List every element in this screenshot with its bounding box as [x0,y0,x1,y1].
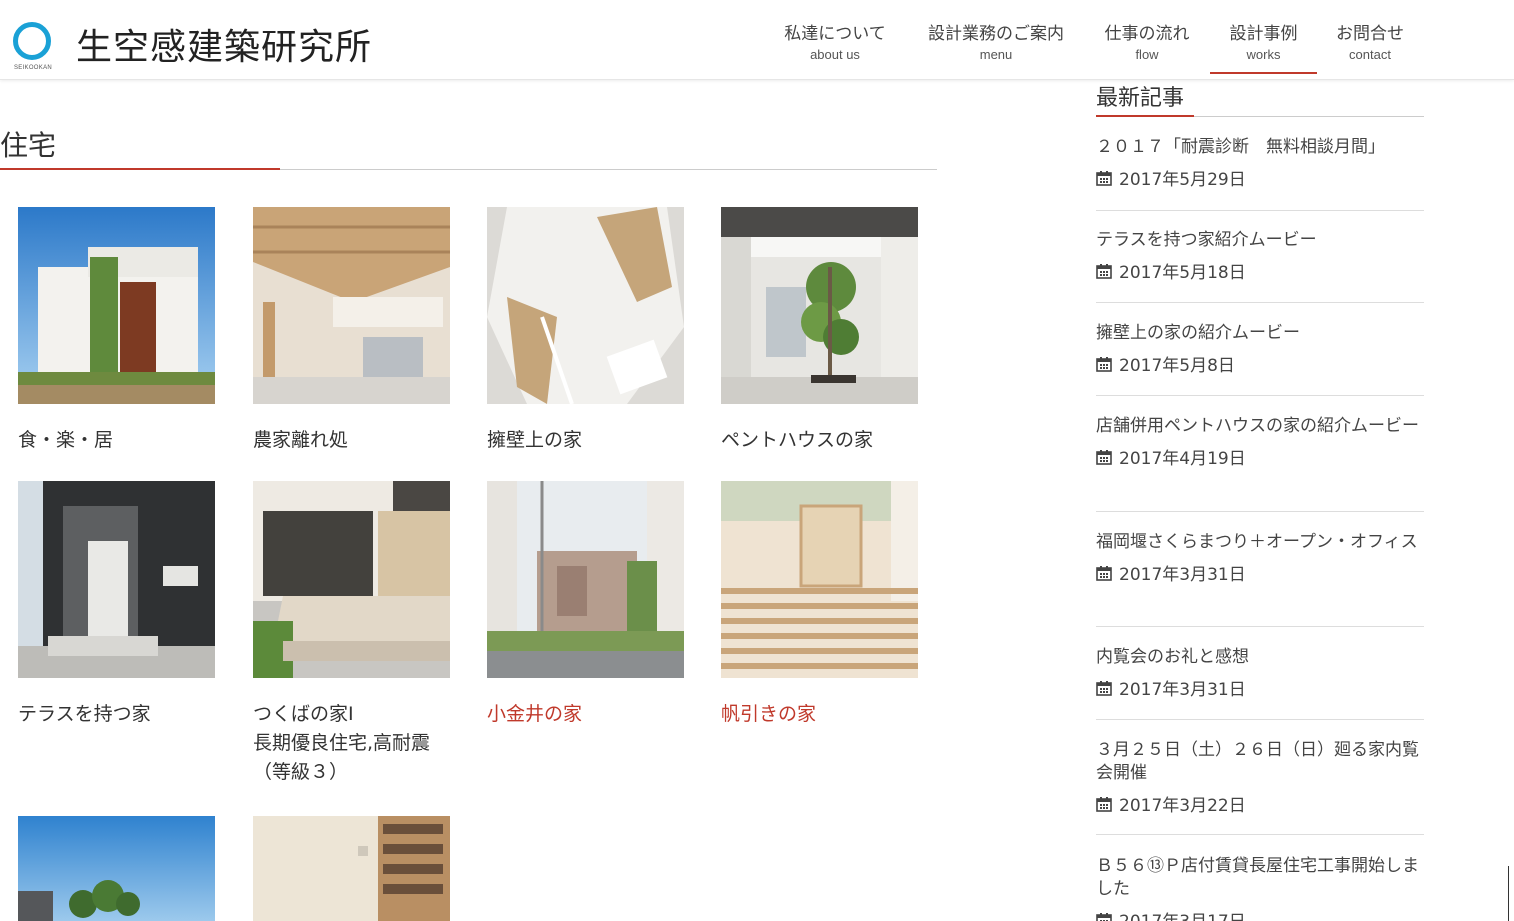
nav-label: 私達について [784,24,886,44]
recent-post[interactable]: 福岡堰さくらまつり＋オープン・オフィス 2017年3月31日 [1096,531,1424,627]
calendar-icon [1096,263,1112,279]
nav-sublabel: about us [810,47,860,62]
post-date-text: 2017年3月17日 [1119,907,1246,921]
post-date-text: 2017年5月29日 [1119,170,1246,190]
calendar-icon [1096,680,1112,696]
recent-post[interactable]: 擁壁上の家の紹介ムービー 2017年5月8日 [1096,322,1424,396]
work-thumbnail[interactable] [253,481,450,678]
calendar-icon [1096,796,1112,812]
nav-label: 設計事例 [1229,24,1298,44]
calendar-icon [1096,356,1112,372]
nav-sublabel: contact [1349,47,1391,62]
post-date-text: 2017年3月31日 [1119,680,1246,700]
post-title[interactable]: ２０１７「耐震診断 無料相談月間」 [1096,136,1424,159]
nav-contact[interactable]: お問合せ contact [1328,0,1412,74]
work-thumbnail[interactable] [18,207,215,404]
work-card-shokurakui[interactable]: 食・楽・居 [18,207,215,455]
nav-label: お問合せ [1336,24,1404,44]
site-title[interactable]: 生空感建築研究所 [76,18,372,70]
main-content: 住宅 食・楽・居 農家離れ処 擁壁上の家 ペントハウスの家 テラスを持つ家 つく… [0,80,940,921]
site-logo[interactable]: SEIKOOKAN [10,20,56,74]
post-date-text: 2017年4月19日 [1119,449,1246,469]
recent-post[interactable]: Ｂ５６⑬Ｐ店付賃貸長屋住宅工事開始しました 2017年3月17日 [1096,855,1424,921]
work-title[interactable]: 小金井の家 [487,700,684,729]
page-title: 住宅 [0,129,57,162]
work-title[interactable]: 帆引きの家 [721,700,918,729]
work-thumbnail[interactable] [18,481,215,678]
post-date: 2017年5月29日 [1096,165,1424,190]
work-card-hobiki[interactable]: 帆引きの家 [721,481,918,729]
post-title[interactable]: 内覧会のお礼と感想 [1096,646,1424,669]
work-thumbnail[interactable] [721,207,918,404]
title-accent-line [0,168,280,170]
post-date-text: 2017年5月18日 [1119,263,1246,283]
calendar-icon [1096,565,1112,581]
work-card-9[interactable] [18,816,215,921]
nav-sublabel: flow [1135,47,1159,62]
recent-post[interactable]: テラスを持つ家紹介ムービー 2017年5月18日 [1096,229,1424,303]
scroll-indicator[interactable] [1508,866,1514,921]
work-thumbnail[interactable] [253,816,450,921]
post-title[interactable]: 福岡堰さくらまつり＋オープン・オフィス [1096,531,1424,554]
work-card-penthouse[interactable]: ペントハウスの家 [721,207,918,455]
calendar-icon [1096,912,1112,921]
post-date: 2017年3月31日 [1096,675,1424,700]
work-card-terrace[interactable]: テラスを持つ家 [18,481,215,729]
nav-menu[interactable]: 設計業務のご案内 menu [918,0,1074,74]
logo-text: SEIKOOKAN [13,65,53,71]
post-date: 2017年4月19日 [1096,444,1424,469]
work-thumbnail[interactable] [487,207,684,404]
logo-ring-icon [13,22,51,60]
work-title[interactable]: テラスを持つ家 [18,700,215,729]
work-card-youheki[interactable]: 擁壁上の家 [487,207,684,455]
work-title[interactable]: つくばの家Ⅰ 長期優良住宅,高耐震 （等級３） [253,700,450,787]
post-date-text: 2017年5月8日 [1119,356,1235,376]
work-thumbnail[interactable] [487,481,684,678]
post-title[interactable]: Ｂ５６⑬Ｐ店付賃貸長屋住宅工事開始しました [1096,855,1424,901]
sidebar-accent-line [1096,115,1194,117]
work-title[interactable]: 食・楽・居 [18,426,215,455]
post-title[interactable]: ３月２５日（土）２６日（日）廻る家内覧会開催 [1096,739,1424,785]
nav-works[interactable]: 設計事例 works [1210,0,1317,74]
post-date: 2017年5月8日 [1096,351,1424,376]
nav-flow[interactable]: 仕事の流れ flow [1096,0,1198,74]
work-thumbnail[interactable] [18,816,215,921]
calendar-icon [1096,449,1112,465]
post-date: 2017年5月18日 [1096,258,1424,283]
work-title[interactable]: 擁壁上の家 [487,426,684,455]
work-card-tsukuba[interactable]: つくばの家Ⅰ 長期優良住宅,高耐震 （等級３） [253,481,450,787]
post-date-text: 2017年3月31日 [1119,565,1246,585]
work-card-koganei[interactable]: 小金井の家 [487,481,684,729]
sidebar-title: 最新記事 [1096,86,1185,111]
post-title[interactable]: 店舗併用ペントハウスの家の紹介ムービー [1096,415,1424,438]
post-date: 2017年3月22日 [1096,791,1424,816]
recent-post[interactable]: 内覧会のお礼と感想 2017年3月31日 [1096,646,1424,720]
post-title[interactable]: テラスを持つ家紹介ムービー [1096,229,1424,252]
recent-post[interactable]: ３月２５日（土）２６日（日）廻る家内覧会開催 2017年3月22日 [1096,739,1424,835]
nav-about[interactable]: 私達について about us [776,0,894,74]
recent-post[interactable]: 店舗併用ペントハウスの家の紹介ムービー 2017年4月19日 [1096,415,1424,512]
work-card-nouka[interactable]: 農家離れ処 [253,207,450,455]
nav-sublabel: works [1246,47,1281,62]
work-title[interactable]: ペントハウスの家 [721,426,918,455]
calendar-icon [1096,170,1112,186]
post-date: 2017年3月31日 [1096,560,1424,585]
work-card-10[interactable] [253,816,450,921]
nav-label: 設計業務のご案内 [928,24,1064,44]
work-title[interactable]: 農家離れ処 [253,426,450,455]
nav-label: 仕事の流れ [1104,24,1190,44]
site-header: SEIKOOKAN 生空感建築研究所 私達について about us 設計業務の… [0,0,1514,80]
work-thumbnail[interactable] [721,481,918,678]
post-date: 2017年3月17日 [1096,907,1424,921]
post-date-text: 2017年3月22日 [1119,796,1246,816]
post-title[interactable]: 擁壁上の家の紹介ムービー [1096,322,1424,345]
recent-post[interactable]: ２０１７「耐震診断 無料相談月間」 2017年5月29日 [1096,136,1424,211]
work-thumbnail[interactable] [253,207,450,404]
nav-sublabel: menu [979,47,1013,62]
